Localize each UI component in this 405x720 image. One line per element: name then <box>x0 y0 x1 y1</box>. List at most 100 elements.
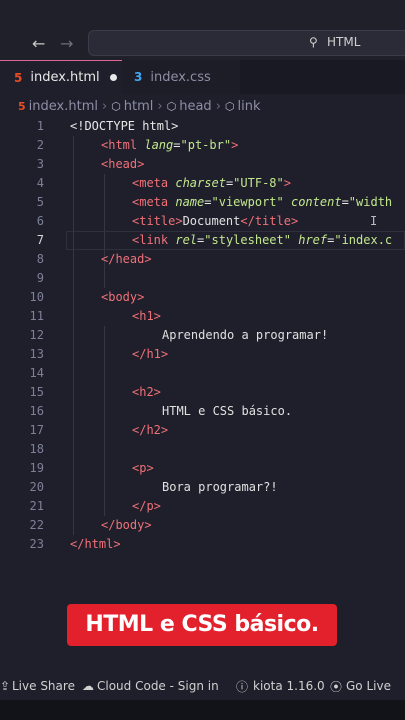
tab-index-css[interactable]: 3 index.css <box>122 60 240 94</box>
code-token: <title> <box>132 214 183 228</box>
tab-label: index.html <box>30 70 100 85</box>
line-number: 6 <box>36 214 44 228</box>
chevron-right-icon: › <box>157 98 163 114</box>
code-line: 5 <meta name="viewport" content="width <box>0 193 405 212</box>
code-line: 6 <title>Document</title> I <box>0 212 405 231</box>
code-line: 1 <!DOCTYPE html> <box>0 117 405 136</box>
line-number: 2 <box>36 138 44 152</box>
code-token: name <box>175 195 205 209</box>
line-number: 14 <box>29 366 44 380</box>
code-token: <h1> <box>132 309 161 323</box>
line-number: 22 <box>29 518 44 532</box>
code-token: <meta <box>132 195 169 209</box>
line-number: 10 <box>29 290 44 304</box>
chevron-right-icon: › <box>101 98 108 114</box>
code-token: href <box>298 233 328 247</box>
code-token: </head> <box>101 252 152 266</box>
code-token: <h2> <box>132 385 161 399</box>
code-line: 14 <box>0 364 405 383</box>
code-token: Aprendendo a programar! <box>162 328 329 342</box>
code-token: lang <box>144 138 174 152</box>
code-line: 17 </h2> <box>0 421 405 440</box>
video-caption: HTML e CSS básico. <box>67 604 337 646</box>
code-token: charset <box>175 176 226 190</box>
code-line: 16 HTML e CSS básico. <box>0 402 405 421</box>
code-token: Bora programar?! <box>162 480 278 494</box>
breadcrumb-item[interactable]: link <box>238 99 261 114</box>
code-token: </title> <box>240 214 299 228</box>
code-token: <body> <box>101 290 145 304</box>
code-line: 20 Bora programar?! <box>0 478 405 497</box>
element-cube-icon: ⬡ <box>166 99 177 113</box>
breadcrumb: 5 index.html › ⬡ html › ⬡ head › ⬡ link <box>0 96 405 116</box>
live-share-button[interactable]: Live Share <box>12 679 75 693</box>
code-token: <meta <box>132 176 169 190</box>
line-number: 11 <box>29 309 44 323</box>
line-number: 19 <box>29 461 44 475</box>
element-cube-icon: ⬡ <box>111 99 121 113</box>
element-cube-icon: ⬡ <box>224 99 235 113</box>
command-center-search[interactable]: ⚲ HTML <box>88 30 405 56</box>
go-live-button[interactable]: Go Live <box>346 679 391 693</box>
cloud-code-button[interactable]: Cloud Code - Sign in <box>97 679 219 693</box>
forward-arrow-icon[interactable]: → <box>60 34 73 53</box>
code-token: "width <box>348 195 393 209</box>
line-number: 12 <box>29 328 44 342</box>
code-line: 12 Aprendendo a programar! <box>0 326 405 345</box>
code-line: 19 <p> <box>0 459 405 478</box>
line-number: 8 <box>36 252 44 266</box>
css3-icon: 3 <box>134 70 143 84</box>
line-number: 21 <box>29 499 44 513</box>
line-number: 4 <box>36 176 44 190</box>
tab-label: index.css <box>150 69 211 85</box>
code-token: </h1> <box>132 347 169 361</box>
code-token: </h2> <box>132 423 169 437</box>
line-number: 16 <box>29 404 44 418</box>
line-number: 23 <box>29 537 44 551</box>
code-line: 23 </html> <box>0 535 405 554</box>
code-token: "UTF-8" <box>233 176 284 190</box>
code-line: 8 </head> <box>0 250 405 269</box>
line-number: 13 <box>29 347 44 361</box>
code-token: Document <box>182 214 241 228</box>
code-token: "index.c <box>334 233 393 247</box>
html5-icon: 5 <box>18 99 26 113</box>
code-line: 11 <h1> <box>0 307 405 326</box>
line-number: 1 <box>36 119 44 133</box>
code-token: </body> <box>101 518 152 532</box>
code-token: </p> <box>132 499 161 513</box>
chevron-right-icon: › <box>215 98 221 114</box>
back-arrow-icon[interactable]: ← <box>32 34 45 53</box>
status-bar: ⇪ Live Share ☁ Cloud Code - Sign in ⓘ ki… <box>0 672 405 700</box>
code-line: 21 </p> <box>0 497 405 516</box>
code-token: content <box>290 195 342 209</box>
code-line: 3 <head> <box>0 155 405 174</box>
code-token: "pt-br" <box>180 138 232 152</box>
code-token: <!DOCTYPE html> <box>70 119 179 133</box>
line-number: 5 <box>36 195 44 209</box>
code-token: HTML e CSS básico. <box>162 404 293 418</box>
info-icon: ⓘ <box>236 679 249 694</box>
line-number: 9 <box>36 271 44 285</box>
code-editor[interactable]: 1 <!DOCTYPE html> 2 <html lang="pt-br"> 3 <… <box>0 117 405 587</box>
kiota-version-button[interactable]: kiota 1.16.0 <box>253 679 325 693</box>
html5-icon: 5 <box>14 70 23 85</box>
breadcrumb-item[interactable]: head <box>179 99 211 114</box>
code-token: "viewport" <box>211 195 284 209</box>
broadcast-icon: ⦿ <box>330 679 343 694</box>
bottom-bar <box>0 700 405 720</box>
code-token: <head> <box>101 157 145 171</box>
code-token: "stylesheet" <box>204 233 291 247</box>
code-token: <link <box>132 233 169 247</box>
breadcrumb-item[interactable]: index.html <box>29 99 98 114</box>
line-number: 18 <box>29 442 44 456</box>
line-number: 17 <box>29 423 44 437</box>
line-number: 15 <box>29 385 44 399</box>
live-share-icon: ⇪ <box>0 679 11 693</box>
line-number: 7 <box>36 233 44 247</box>
code-line: 15 <h2> <box>0 383 405 402</box>
breadcrumb-item[interactable]: html <box>124 99 154 114</box>
unsaved-dot-icon[interactable] <box>109 74 117 81</box>
code-token: <p> <box>132 461 154 475</box>
tab-index-html[interactable]: 5 index.html <box>0 60 122 94</box>
